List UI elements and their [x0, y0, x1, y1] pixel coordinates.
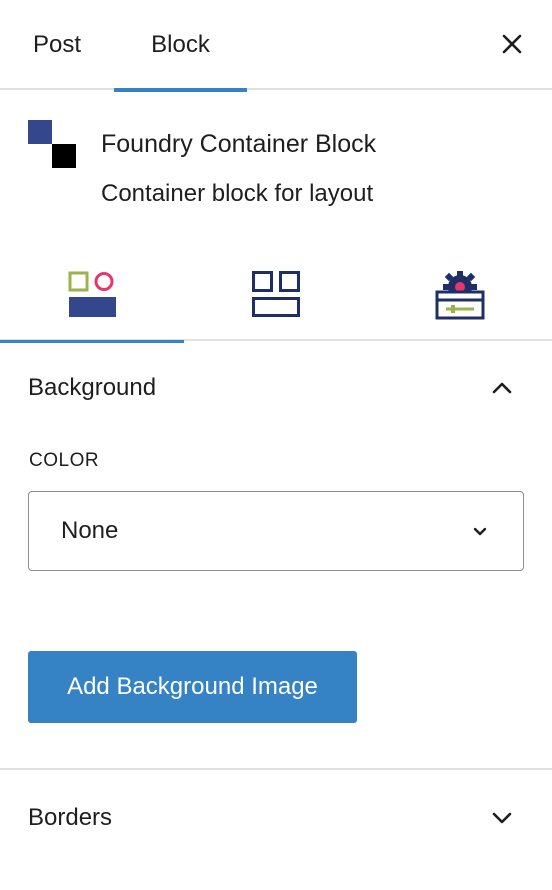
color-label: COLOR — [29, 450, 100, 471]
add-background-image-button[interactable]: Add Background Image — [28, 651, 357, 723]
background-panel-title: Background — [28, 374, 157, 401]
tab-advanced[interactable] — [368, 248, 552, 341]
sidebar-tabs: Post Block — [0, 0, 552, 92]
advanced-settings-icon — [435, 270, 485, 319]
style-icon — [68, 271, 116, 317]
borders-panel-toggle[interactable]: Borders — [0, 778, 552, 858]
section-divider — [0, 768, 552, 770]
tab-post-label: Post — [32, 31, 82, 58]
color-select[interactable]: None — [28, 491, 524, 571]
borders-panel-title: Borders — [28, 804, 113, 831]
close-button[interactable] — [492, 24, 532, 64]
block-settings-sidebar: Post Block Foundry Container Block Conta… — [0, 0, 552, 890]
block-icon — [28, 120, 76, 168]
tab-style[interactable] — [0, 248, 184, 343]
block-title: Foundry Container Block — [101, 130, 377, 158]
background-panel-toggle[interactable]: Background — [0, 348, 552, 428]
chevron-down-icon — [492, 812, 512, 824]
tab-block-label: Block — [151, 31, 210, 58]
block-card: Foundry Container Block Container block … — [0, 92, 552, 232]
color-select-value: None — [61, 517, 119, 544]
block-description: Container block for layout — [101, 180, 374, 207]
close-icon — [502, 34, 522, 54]
tab-block[interactable]: Block — [114, 0, 247, 92]
tab-post[interactable]: Post — [0, 0, 114, 90]
tab-layout[interactable] — [184, 248, 368, 341]
chevron-down-icon — [473, 527, 487, 536]
layout-grid-icon — [252, 270, 300, 317]
inspector-icon-tabs — [0, 248, 552, 343]
chevron-up-icon — [492, 382, 512, 394]
